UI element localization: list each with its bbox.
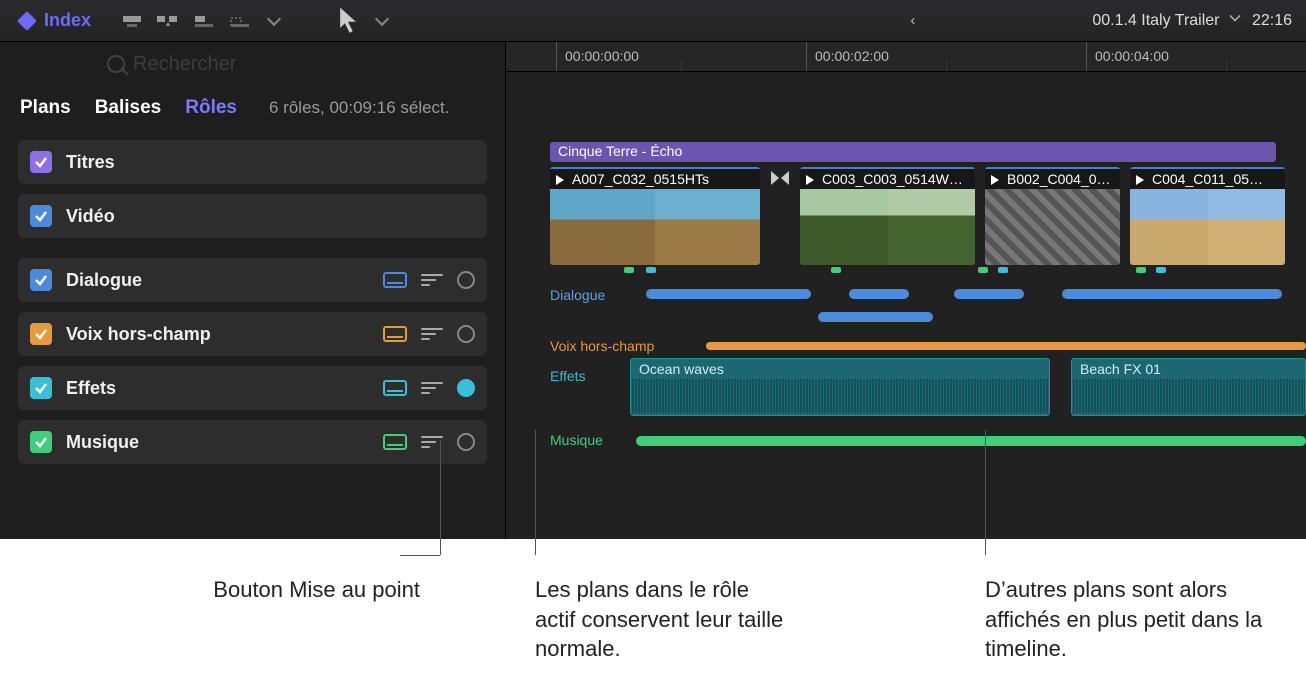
dialogue-clip[interactable] — [954, 289, 1024, 299]
dialogue-clip[interactable] — [849, 289, 909, 299]
waveform — [1072, 379, 1305, 413]
toolbar-icon-group — [121, 13, 387, 29]
dialogue-clip[interactable] — [1062, 289, 1282, 299]
thumbnail — [985, 189, 1120, 265]
role-titres[interactable]: Titres — [18, 140, 487, 184]
tab-roles[interactable]: Rôles — [185, 97, 237, 119]
roles-list: Titres Vidéo Dialogue — [0, 130, 505, 474]
video-clip[interactable]: C003_C003_0514W… — [800, 167, 975, 265]
arrow-tool-icon[interactable] — [337, 13, 359, 29]
fx-clip[interactable]: Ocean waves — [630, 358, 1050, 416]
checkbox-icon[interactable] — [30, 205, 52, 227]
checkbox-icon[interactable] — [30, 323, 52, 345]
insert-tool-icon[interactable] — [157, 13, 179, 29]
lane-collapse-icon[interactable] — [421, 274, 443, 286]
lane-label-effets: Effets — [550, 368, 586, 384]
title-clip[interactable]: Cinque Terre - Écho — [550, 142, 1276, 162]
index-tabs: Plans Balises Rôles 6 rôles, 00:09:16 sé… — [0, 86, 505, 130]
video-clip[interactable]: C004_C011_05… — [1130, 167, 1285, 265]
search-row — [0, 42, 505, 86]
music-clip[interactable] — [636, 436, 1306, 446]
checkbox-icon[interactable] — [30, 431, 52, 453]
thumbnail — [550, 189, 760, 265]
callout-other-clips: D’autres plans sont alors affichés en pl… — [985, 575, 1285, 664]
nav-prev-button[interactable]: ‹ — [910, 12, 915, 29]
video-track: A007_C032_0515HTs C003_C003_0514W… B002 — [550, 167, 1306, 265]
lane-size-icon[interactable] — [383, 326, 407, 342]
lane-size-icon[interactable] — [383, 380, 407, 396]
chevron-down-icon[interactable] — [375, 11, 389, 25]
chevron-down-icon — [1229, 10, 1240, 21]
search-input[interactable] — [133, 53, 398, 76]
search-icon — [107, 55, 125, 73]
leader-line — [400, 555, 440, 556]
focus-button[interactable] — [457, 433, 475, 451]
chevron-down-icon[interactable] — [267, 11, 281, 25]
timecode-display: 22:16 — [1252, 12, 1292, 30]
selection-status: 6 rôles, 00:09:16 sélect. — [269, 98, 450, 118]
voice-clip[interactable] — [706, 342, 1306, 350]
transition-icon[interactable] — [770, 167, 790, 265]
callout-active-role: Les plans dans le rôle actif conservent … — [535, 575, 795, 664]
lane-size-icon[interactable] — [383, 272, 407, 288]
ruler-tick: 00:00:04:00 — [1086, 42, 1169, 71]
dialogue-clip[interactable] — [646, 289, 811, 299]
role-voix-hors-champ[interactable]: Voix hors-champ — [18, 312, 487, 356]
index-button[interactable]: Index — [20, 10, 91, 31]
lane-label-musique: Musique — [550, 432, 603, 448]
lane-label-dialogue: Dialogue — [550, 287, 605, 303]
focus-button[interactable] — [457, 379, 475, 397]
index-panel: Plans Balises Rôles 6 rôles, 00:09:16 sé… — [0, 42, 506, 539]
role-effets[interactable]: Effets — [18, 366, 487, 410]
tab-balises[interactable]: Balises — [95, 97, 162, 119]
append-tool-icon[interactable] — [193, 13, 215, 29]
top-toolbar: Index ‹ 00.1.4 Italy Trailer 22:16 — [0, 0, 1306, 42]
focus-button[interactable] — [457, 325, 475, 343]
focus-button[interactable] — [457, 271, 475, 289]
ruler-tick: 00:00:02:00 — [806, 42, 889, 71]
app-window: Index ‹ 00.1.4 Italy Trailer 22:16 — [0, 0, 1306, 539]
thumbnail — [1130, 189, 1285, 265]
role-musique[interactable]: Musique — [18, 420, 487, 464]
overwrite-tool-icon[interactable] — [229, 13, 251, 29]
lane-size-icon[interactable] — [383, 434, 407, 450]
checkbox-icon[interactable] — [30, 377, 52, 399]
thumbnail — [800, 189, 975, 265]
callout-focus-button: Bouton Mise au point — [160, 575, 420, 605]
lane-collapse-icon[interactable] — [421, 328, 443, 340]
diamond-icon — [17, 11, 37, 31]
ruler-tick: 00:00:00:00 — [556, 42, 639, 71]
lane-label-voice: Voix hors-champ — [550, 338, 654, 354]
video-clip[interactable]: A007_C032_0515HTs — [550, 167, 760, 265]
role-video[interactable]: Vidéo — [18, 194, 487, 238]
lane-collapse-icon[interactable] — [421, 382, 443, 394]
time-ruler[interactable]: 00:00:00:00 00:00:02:00 00:00:04:00 — [506, 42, 1306, 72]
project-title[interactable]: 00.1.4 Italy Trailer — [1092, 11, 1240, 30]
waveform — [631, 379, 1049, 413]
fx-clip[interactable]: Beach FX 01 — [1071, 358, 1306, 416]
role-dialogue[interactable]: Dialogue — [18, 258, 487, 302]
checkbox-icon[interactable] — [30, 151, 52, 173]
position-tool-icon[interactable] — [121, 13, 143, 29]
dialogue-clip[interactable] — [818, 312, 933, 322]
checkbox-icon[interactable] — [30, 269, 52, 291]
lane-collapse-icon[interactable] — [421, 436, 443, 448]
video-clip[interactable]: B002_C004_0… — [985, 167, 1120, 265]
index-label: Index — [44, 10, 91, 31]
timeline[interactable]: 00:00:00:00 00:00:02:00 00:00:04:00 Cinq… — [506, 42, 1306, 539]
tab-plans[interactable]: Plans — [20, 97, 71, 119]
